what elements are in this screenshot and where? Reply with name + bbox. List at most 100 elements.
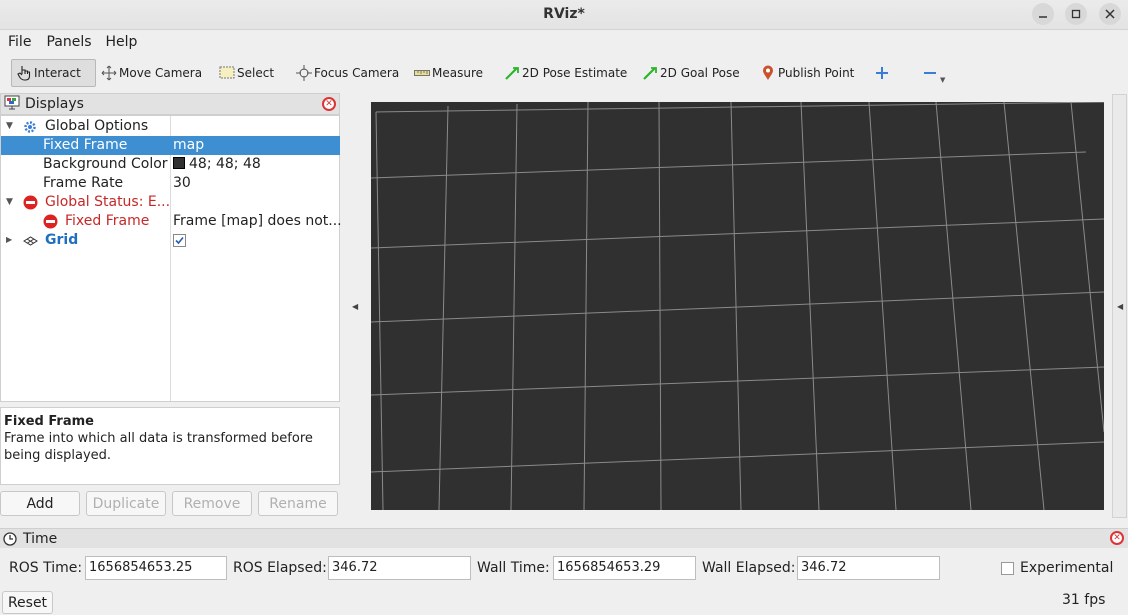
pose-estimate-label: 2D Pose Estimate — [522, 66, 628, 80]
global-status-label: Global Status: E... — [45, 194, 171, 210]
fps-readout: 31 fps — [1062, 592, 1106, 608]
focus-camera-tool-button[interactable]: Focus Camera — [292, 59, 403, 87]
experimental-label: Experimental — [1020, 560, 1114, 576]
measure-label: Measure — [432, 66, 483, 80]
map-pin-icon — [760, 65, 776, 81]
grid-enabled-checkbox[interactable] — [173, 234, 186, 251]
tree-row-frame-rate[interactable]: Frame Rate 30 — [1, 174, 340, 193]
frame-rate-value[interactable]: 30 — [173, 175, 191, 191]
status-fixed-frame-label: Fixed Frame — [65, 213, 150, 229]
publish-point-tool-button[interactable]: Publish Point — [756, 59, 858, 87]
collapse-right-icon[interactable]: ◀ — [1117, 302, 1123, 311]
publish-point-label: Publish Point — [778, 66, 855, 80]
fixed-frame-value[interactable]: map — [173, 137, 204, 153]
expanded-arrow-icon[interactable]: ▼ — [6, 121, 13, 131]
maximize-icon — [1071, 9, 1081, 19]
remove-tool-button[interactable]: ▼ — [918, 59, 949, 87]
ros-time-field[interactable]: 1656854653.25 — [85, 556, 227, 580]
pose-estimate-tool-button[interactable]: 2D Pose Estimate — [500, 59, 631, 87]
focus-camera-icon — [296, 65, 312, 81]
plus-icon — [874, 65, 890, 81]
grid-label: Grid — [45, 232, 79, 248]
tree-row-fixed-frame[interactable]: Fixed Frame map — [1, 136, 340, 155]
select-label: Select — [237, 66, 275, 80]
tree-row-global-status[interactable]: ▼ Global Status: E... — [1, 193, 340, 212]
status-fixed-frame-value: Frame [map] does not... — [173, 213, 342, 229]
interact-label: Interact — [34, 66, 81, 80]
menu-file[interactable]: File — [0, 31, 31, 50]
grid-lines — [370, 101, 1105, 511]
time-title: Time — [23, 530, 58, 547]
toolbar: Interact Move Camera Select Focus Camera… — [0, 56, 1128, 90]
gear-icon — [23, 118, 37, 138]
ros-elapsed-field[interactable]: 346.72 — [328, 556, 471, 580]
title-bar: RViz* — [0, 0, 1128, 30]
rename-button[interactable]: Rename — [258, 491, 338, 516]
background-color-value: 48; 48; 48 — [189, 156, 261, 172]
menu-panels[interactable]: Panels — [31, 31, 91, 50]
ros-elapsed-label: ROS Elapsed: — [233, 560, 327, 576]
grid-icon — [23, 232, 38, 252]
green-arrow-icon — [504, 65, 520, 81]
collapsed-arrow-icon[interactable]: ▶ — [6, 235, 12, 244]
ros-time-label: ROS Time: — [9, 560, 83, 576]
collapse-left-icon[interactable]: ◀ — [352, 302, 358, 311]
hand-pointer-icon — [16, 65, 32, 81]
green-arrow-icon — [642, 65, 658, 81]
render-viewport[interactable] — [370, 101, 1105, 511]
close-time-button[interactable]: ✕ — [1110, 531, 1124, 545]
time-panel-header: Time ✕ — [0, 528, 1128, 548]
ruler-icon — [414, 65, 430, 81]
tree-row-background-color[interactable]: Background Color 48; 48; 48 — [1, 155, 340, 174]
frame-rate-label: Frame Rate — [43, 175, 124, 191]
background-color-value-cell[interactable]: 48; 48; 48 — [173, 156, 261, 172]
close-window-button[interactable] — [1099, 3, 1121, 25]
close-icon: ✕ — [1113, 532, 1121, 543]
select-tool-button[interactable]: Select — [215, 59, 278, 87]
menu-bar: File Panels Help — [0, 31, 1128, 53]
duplicate-button[interactable]: Duplicate — [86, 491, 166, 516]
error-icon — [23, 194, 38, 214]
expanded-arrow-icon[interactable]: ▼ — [6, 197, 13, 207]
wall-time-field[interactable]: 1656854653.29 — [553, 556, 696, 580]
fixed-frame-label: Fixed Frame — [43, 137, 128, 153]
measure-tool-button[interactable]: Measure — [410, 59, 487, 87]
move-camera-label: Move Camera — [119, 66, 203, 80]
wall-time-label: Wall Time: — [477, 560, 550, 576]
global-options-label: Global Options — [45, 118, 149, 134]
error-icon — [43, 213, 58, 233]
displays-tree: ▼ Global Options Fixed Frame map Backgro… — [0, 115, 342, 402]
displays-panel-header: Displays ✕ — [0, 93, 340, 115]
wall-elapsed-label: Wall Elapsed: — [702, 560, 796, 576]
remove-button[interactable]: Remove — [172, 491, 252, 516]
background-color-label: Background Color — [43, 156, 168, 172]
move-camera-icon — [101, 65, 117, 81]
monitor-icon — [4, 95, 20, 114]
experimental-checkbox[interactable] — [1001, 562, 1014, 575]
description-title: Fixed Frame — [4, 414, 94, 429]
tree-row-global-options[interactable]: ▼ Global Options — [1, 117, 340, 136]
minimize-icon — [1039, 16, 1047, 18]
move-camera-tool-button[interactable]: Move Camera — [97, 59, 206, 87]
property-description: Fixed Frame Frame into which all data is… — [0, 407, 340, 485]
color-swatch — [173, 157, 185, 169]
description-text: Frame into which all data is transformed… — [4, 431, 313, 463]
close-displays-button[interactable]: ✕ — [322, 97, 336, 111]
interact-tool-button[interactable]: Interact — [11, 59, 96, 87]
select-box-icon — [219, 65, 235, 81]
reset-button[interactable]: Reset — [2, 591, 53, 614]
add-button[interactable]: Add — [0, 491, 80, 516]
wall-elapsed-field[interactable]: 346.72 — [797, 556, 940, 580]
tree-row-grid[interactable]: ▶ Grid — [1, 231, 340, 250]
close-icon — [1105, 9, 1115, 19]
window-title: RViz* — [543, 6, 585, 22]
maximize-button[interactable] — [1065, 3, 1087, 25]
add-tool-button[interactable] — [870, 59, 896, 87]
goal-pose-tool-button[interactable]: 2D Goal Pose — [638, 59, 744, 87]
menu-help[interactable]: Help — [92, 31, 138, 50]
minimize-button[interactable] — [1032, 3, 1054, 25]
tree-row-status-fixed-frame[interactable]: Fixed Frame Frame [map] does not... — [1, 212, 342, 233]
focus-camera-label: Focus Camera — [314, 66, 400, 80]
minus-icon — [922, 65, 938, 81]
clock-icon — [3, 531, 17, 546]
